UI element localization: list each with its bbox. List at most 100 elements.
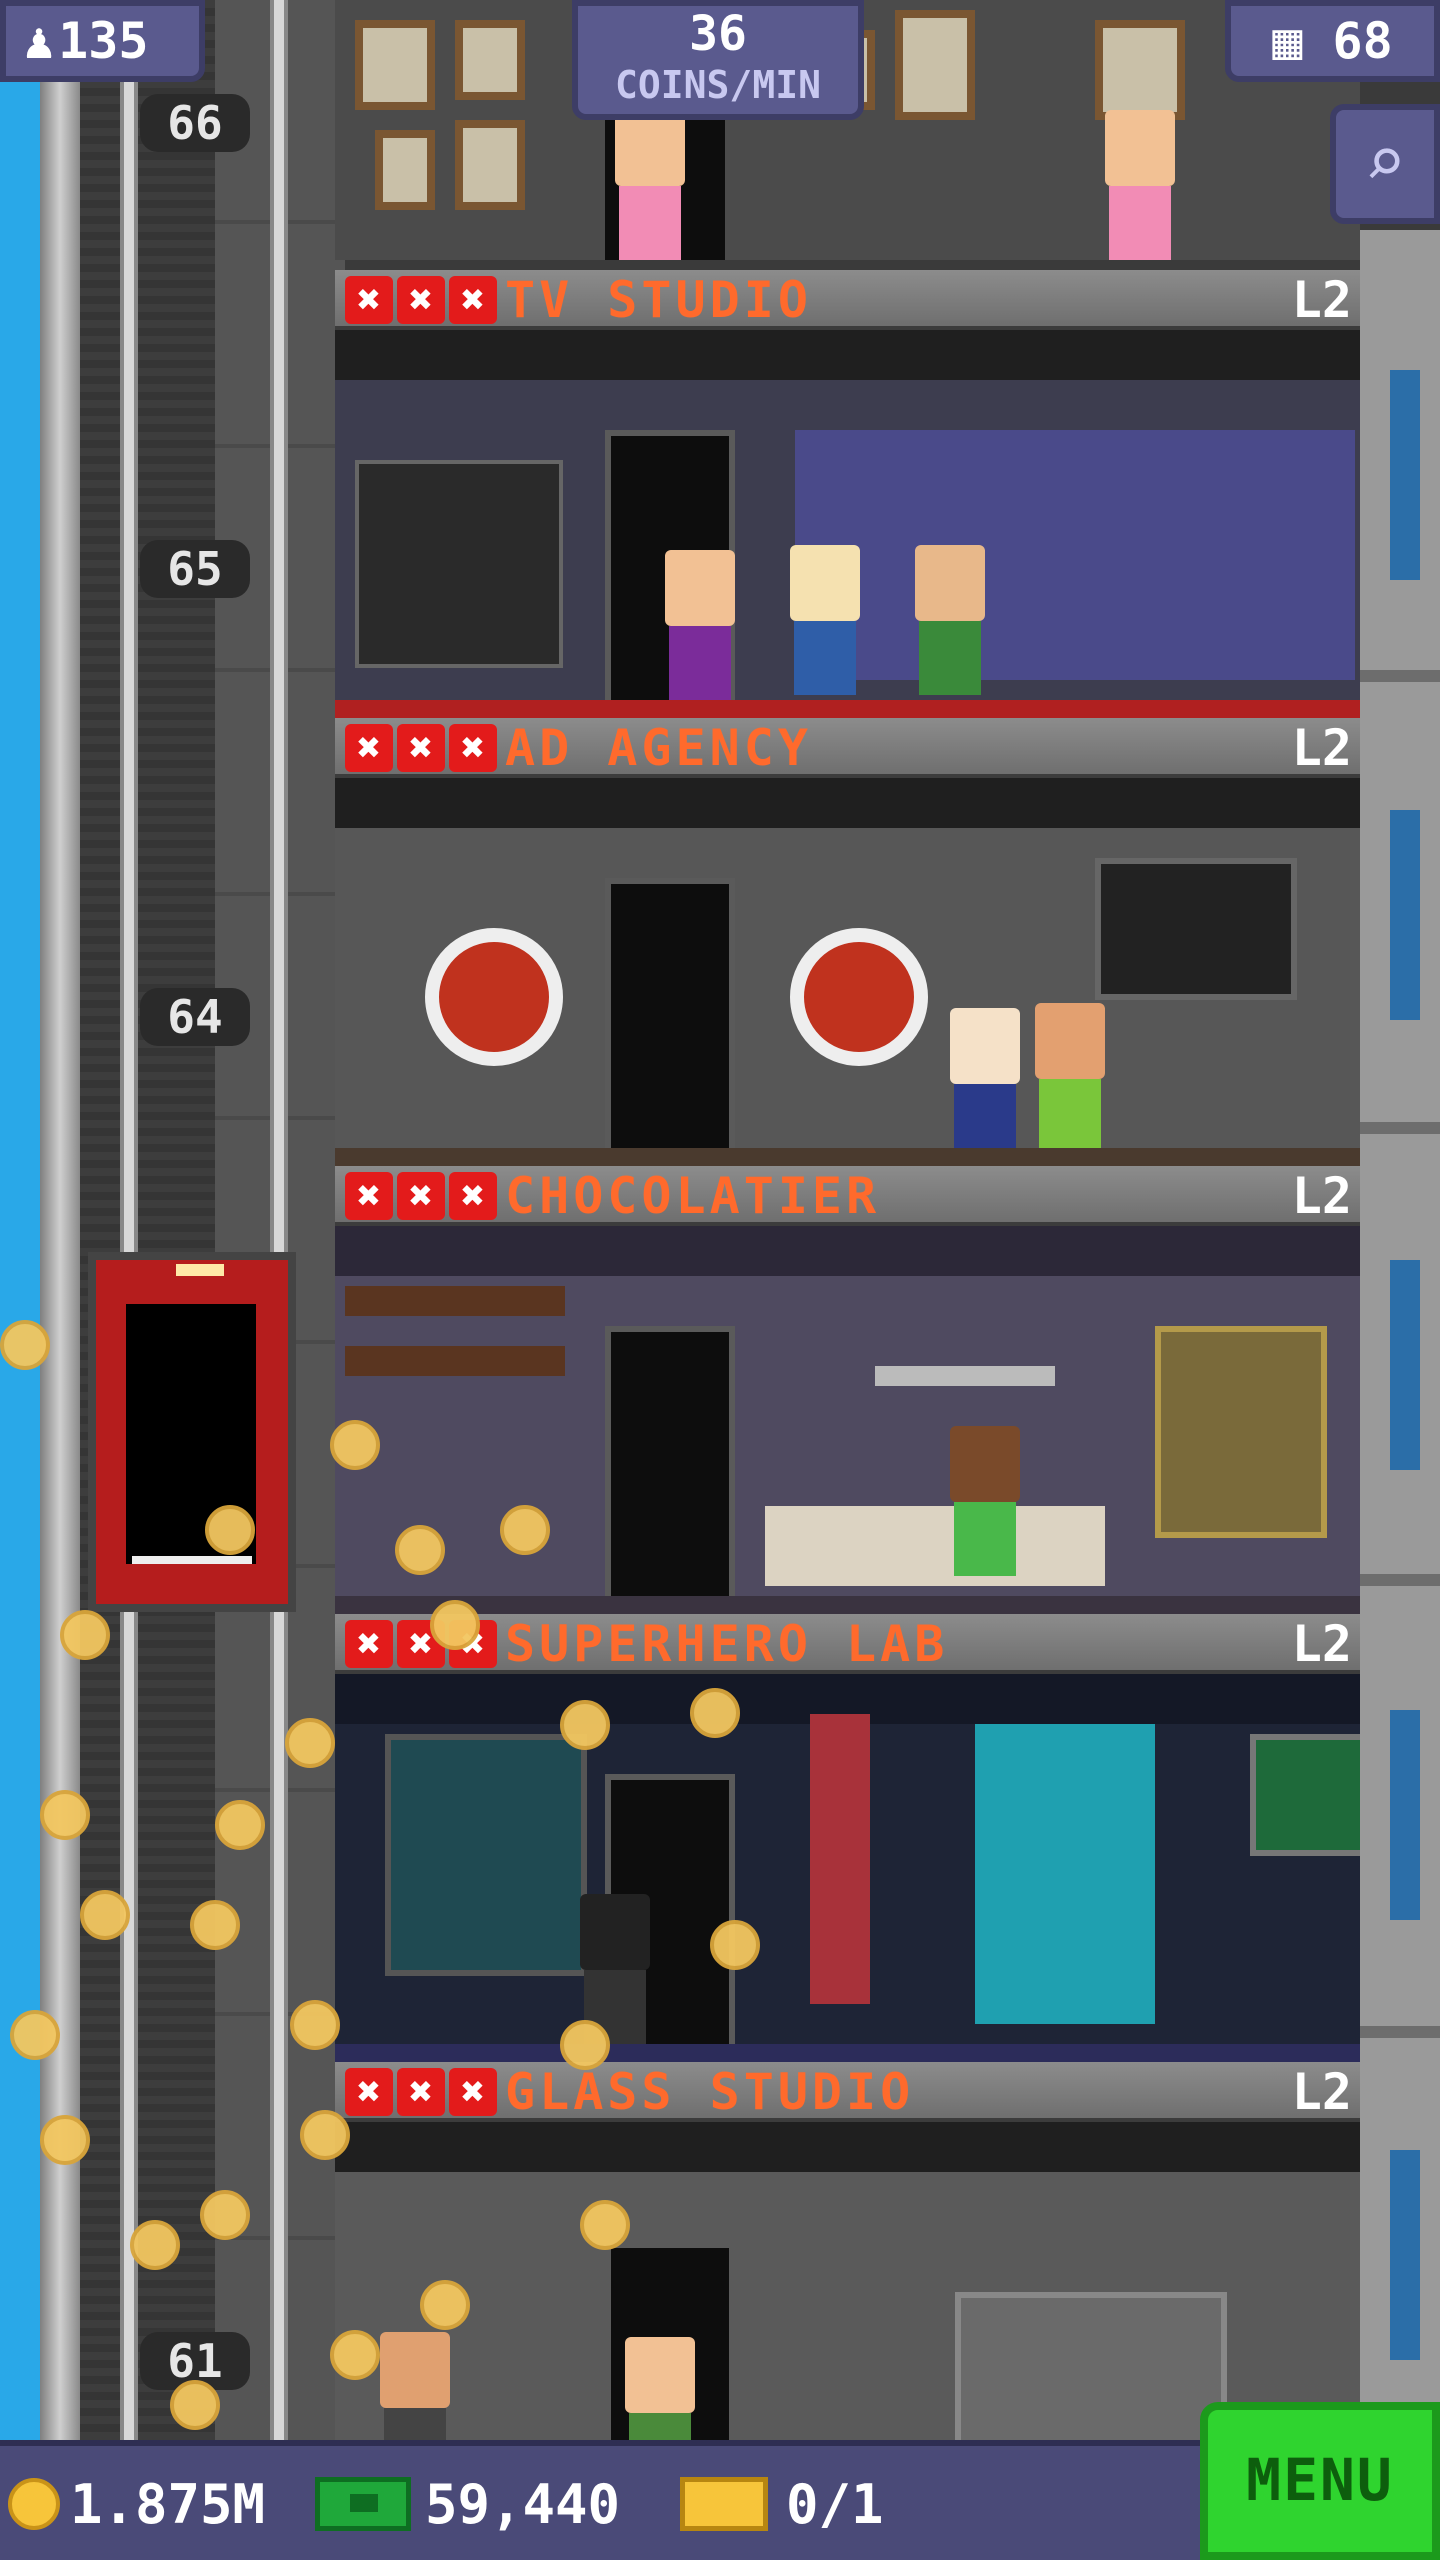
floor-name: SUPERHERO LAB — [505, 1615, 949, 1673]
shaft-floor-number: 66 — [140, 94, 250, 152]
coin-particle — [130, 2220, 180, 2270]
floor-room[interactable] — [335, 778, 1360, 1168]
coin-particle — [170, 2380, 220, 2430]
floor-room[interactable] — [335, 2122, 1360, 2440]
building-outer-wall — [40, 0, 80, 2440]
floor-count-value: 68 — [1332, 12, 1393, 70]
hero-display — [385, 1734, 587, 1976]
backdrop — [795, 430, 1355, 680]
building-icon: ▦ — [1272, 12, 1303, 70]
star-fail-icon: ✖ — [397, 2068, 445, 2116]
shelf — [345, 1286, 565, 1316]
coin-particle — [190, 1900, 240, 1950]
elevator-shaft — [80, 0, 345, 2440]
star-fail-icon: ✖ — [345, 724, 393, 772]
coin-particle — [40, 1790, 90, 1840]
coins-per-min-panel: 36 COINS/MIN — [572, 0, 864, 120]
floor-stars: ✖ ✖ ✖ — [345, 724, 497, 772]
resident[interactable] — [1025, 1003, 1115, 1153]
resident[interactable] — [605, 110, 695, 260]
bux-value: 59,440 — [425, 2472, 621, 2536]
floor-superhero-lab[interactable]: ✖ ✖ ✖ SUPERHERO LAB L2 — [335, 1614, 1360, 2064]
population-value: 135 — [58, 12, 149, 70]
floor-room[interactable] — [335, 1674, 1360, 2064]
bux-display[interactable]: 59,440 — [315, 2464, 620, 2544]
picture-frame — [455, 120, 525, 210]
shaft-rail-right — [270, 0, 288, 2440]
coin-particle — [580, 2200, 630, 2250]
floor-room[interactable] — [335, 330, 1360, 720]
coins-per-min-value: 36 — [689, 6, 747, 62]
coins-display: 1.875M — [8, 2464, 265, 2544]
floor-tv-studio[interactable]: ✖ ✖ ✖ TV STUDIO L2 — [335, 270, 1360, 720]
person-icon: ♟ — [24, 12, 55, 70]
tv-screen — [1095, 858, 1297, 1000]
star-fail-icon: ✖ — [449, 724, 497, 772]
star-fail-icon: ✖ — [397, 1172, 445, 1220]
resident[interactable] — [940, 1426, 1030, 1576]
tickets-value: 0/1 — [786, 2472, 884, 2536]
star-fail-icon: ✖ — [397, 276, 445, 324]
coins-value: 1.875M — [70, 2472, 266, 2536]
hologram-room — [975, 1724, 1155, 2024]
egg-chair — [790, 928, 928, 1066]
monitor — [1250, 1734, 1360, 1856]
floor-level: L2 — [1291, 1167, 1352, 1225]
floor-header: ✖ ✖ ✖ TV STUDIO L2 — [335, 270, 1360, 330]
elevator-car[interactable] — [88, 1252, 296, 1612]
shelf — [875, 1366, 1055, 1386]
star-fail-icon: ✖ — [345, 1172, 393, 1220]
shaft-floor-number: 64 — [140, 988, 250, 1046]
star-fail-icon: ✖ — [345, 1620, 393, 1668]
resident[interactable] — [905, 545, 995, 695]
coin-particle — [10, 2010, 60, 2060]
picture-frame — [455, 20, 525, 100]
coin-particle — [710, 1920, 760, 1970]
resident[interactable] — [1095, 110, 1185, 260]
equipment-rack — [355, 460, 563, 668]
menu-button[interactable]: MENU — [1200, 2402, 1440, 2560]
dna-tube — [810, 1714, 870, 2004]
resident[interactable] — [615, 2337, 705, 2440]
floor-ad-agency[interactable]: ✖ ✖ ✖ AD AGENCY L2 — [335, 718, 1360, 1168]
picture-frame — [895, 10, 975, 120]
floor-level: L2 — [1291, 719, 1352, 777]
star-fail-icon: ✖ — [449, 276, 497, 324]
egg-chair — [425, 928, 563, 1066]
window — [1390, 370, 1420, 580]
floor-header: ✖ ✖ ✖ GLASS STUDIO L2 — [335, 2062, 1360, 2122]
coin-particle — [500, 1505, 550, 1555]
coin-particle — [200, 2190, 250, 2240]
floor-count-counter[interactable]: ▦ 68 — [1225, 0, 1440, 82]
search-button[interactable]: ⌕ — [1330, 104, 1440, 224]
elevator-floor — [132, 1556, 252, 1564]
star-fail-icon: ✖ — [449, 2068, 497, 2116]
window — [1390, 810, 1420, 1020]
resident[interactable] — [655, 550, 745, 700]
coins-per-min-label: COINS/MIN — [615, 63, 821, 107]
glass-shelf — [955, 2292, 1227, 2440]
floor-room[interactable] — [335, 1226, 1360, 1616]
floor-stars: ✖ ✖ ✖ — [345, 276, 497, 324]
coin-particle — [430, 1600, 480, 1650]
floor-name: GLASS STUDIO — [505, 2063, 915, 2121]
floor-level: L2 — [1291, 1615, 1352, 1673]
coin-particle — [0, 1320, 50, 1370]
coin-particle — [80, 1890, 130, 1940]
resident[interactable] — [370, 2332, 460, 2440]
resident[interactable] — [940, 1008, 1030, 1158]
population-counter[interactable]: ♟135 — [0, 0, 205, 82]
floor-header: ✖ ✖ ✖ AD AGENCY L2 — [335, 718, 1360, 778]
chocolate-tank — [1155, 1326, 1327, 1538]
floor-name: AD AGENCY — [505, 719, 812, 777]
coin-particle — [285, 1718, 335, 1768]
tickets-display[interactable]: 0/1 — [680, 2464, 884, 2544]
floor-header: ✖ ✖ ✖ CHOCOLATIER L2 — [335, 1166, 1360, 1226]
resident[interactable] — [780, 545, 870, 695]
shelf — [345, 1346, 565, 1376]
coin-particle — [290, 2000, 340, 2050]
floor-chocolatier[interactable]: ✖ ✖ ✖ CHOCOLATIER L2 — [335, 1166, 1360, 1616]
coin-particle — [420, 2280, 470, 2330]
coin-particle — [330, 1420, 380, 1470]
counter — [765, 1506, 1105, 1586]
